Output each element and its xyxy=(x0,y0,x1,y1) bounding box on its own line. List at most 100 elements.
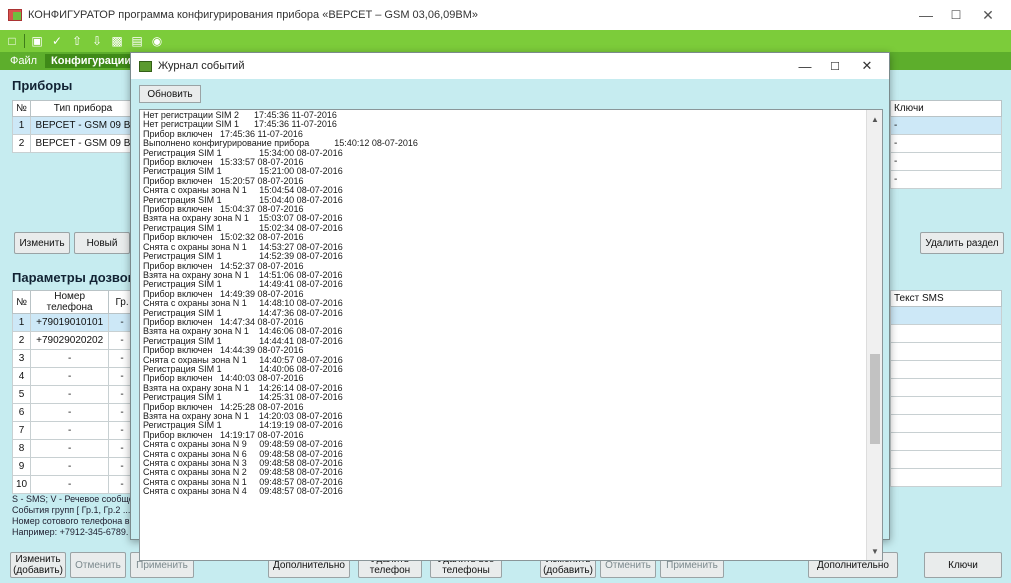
devices-keys-table: Ключи - - - - xyxy=(890,100,1002,189)
refresh-button[interactable]: Обновить xyxy=(139,85,201,103)
table-row[interactable]: 1 ВЕРСЕТ - GSM 09 В xyxy=(12,116,136,135)
menu-config[interactable]: Конфигурации xyxy=(45,54,138,68)
dialog-title: Журнал событий xyxy=(158,60,245,72)
device-num: 2 xyxy=(12,134,31,153)
sms-cell[interactable] xyxy=(890,432,1002,451)
devices-title: Приборы xyxy=(12,78,73,93)
minimize-icon[interactable]: — xyxy=(911,0,941,30)
table-row[interactable]: 5-- xyxy=(11,385,136,404)
dialog-close-icon[interactable]: ✕ xyxy=(853,55,881,77)
phone-cancel-button[interactable]: Отменить xyxy=(70,552,126,578)
row-num: 6 xyxy=(11,403,32,422)
download-icon[interactable]: ⇩ xyxy=(89,33,105,49)
event-log-lines: Нет регистрации SIM 2 17:45:36 11-07-201… xyxy=(143,110,868,497)
row-phone: +79029020202 xyxy=(30,331,110,350)
keys-button[interactable]: Ключи xyxy=(924,552,1002,578)
device-num: 1 xyxy=(12,116,31,135)
log-line: Снята с охраны зона N 4 09:48:57 08-07-2… xyxy=(143,486,343,497)
scroll-thumb[interactable] xyxy=(870,354,880,444)
devices-table: № Тип прибора 1 ВЕРСЕТ - GSM 09 В 2 ВЕРС… xyxy=(12,100,136,153)
sms-cell[interactable] xyxy=(890,324,1002,343)
close-icon[interactable]: ✕ xyxy=(973,0,1003,30)
event-log-textbox[interactable]: Нет регистрации SIM 2 17:45:36 11-07-201… xyxy=(139,109,883,561)
row-phone: - xyxy=(30,385,110,404)
sms-cell[interactable] xyxy=(890,450,1002,469)
device-type: ВЕРСЕТ - GSM 09 В xyxy=(30,134,136,153)
row-num: 1 xyxy=(11,313,32,332)
new-file-icon[interactable]: □ xyxy=(4,33,20,49)
window-title: КОНФИГУРАТОР программа конфигурирования … xyxy=(28,9,478,21)
row-phone: - xyxy=(30,403,110,422)
row-phone: - xyxy=(30,475,110,494)
sms-cell[interactable] xyxy=(890,414,1002,433)
sms-table: Текст SMS xyxy=(890,290,1002,487)
book-icon[interactable]: ▤ xyxy=(129,33,145,49)
toolbar: □ ▣ ✓ ⇧ ⇩ ▩ ▤ ◉ xyxy=(0,30,1011,52)
row-num: 7 xyxy=(11,421,32,440)
info-icon[interactable]: ◉ xyxy=(149,33,165,49)
dialing-title: Параметры дозвона xyxy=(12,270,143,285)
dialog-maximize-icon[interactable]: ☐ xyxy=(821,55,849,77)
dialog-title-bar: Журнал событий — ☐ ✕ xyxy=(131,53,889,79)
devices-col-keys: Ключи xyxy=(890,100,1002,117)
table-row[interactable]: 7-- xyxy=(11,421,136,440)
app-icon xyxy=(8,9,22,21)
sms-cell[interactable] xyxy=(890,468,1002,487)
legend-note-2: События групп [ Гр.1, Гр.2 ... xyxy=(12,505,131,515)
row-num: 5 xyxy=(11,385,32,404)
row-phone: - xyxy=(30,349,110,368)
dialog-minimize-icon[interactable]: — xyxy=(791,55,819,77)
row-phone: - xyxy=(30,439,110,458)
device-keys: - xyxy=(890,152,1002,171)
dialing-col-sms: Текст SMS xyxy=(890,290,1002,307)
sms-cell[interactable] xyxy=(890,360,1002,379)
open-folder-icon[interactable]: ▣ xyxy=(29,33,45,49)
main-title-bar: КОНФИГУРАТОР программа конфигурирования … xyxy=(0,0,1011,30)
toolbar-separator xyxy=(24,34,25,48)
device-keys: - xyxy=(890,170,1002,189)
row-num: 4 xyxy=(11,367,32,386)
journal-icon xyxy=(139,60,152,72)
device-keys: - xyxy=(890,116,1002,135)
table-row[interactable]: 6-- xyxy=(11,403,136,422)
row-phone: - xyxy=(30,457,110,476)
table-row[interactable]: 2 ВЕРСЕТ - GSM 09 В xyxy=(12,134,136,153)
edit-icon[interactable]: ✓ xyxy=(49,33,65,49)
row-num: 10 xyxy=(11,475,32,494)
log-scrollbar[interactable]: ▲ ▼ xyxy=(866,110,882,560)
table-row[interactable]: 3-- xyxy=(11,349,136,368)
upload-icon[interactable]: ⇧ xyxy=(69,33,85,49)
sms-cell[interactable] xyxy=(890,396,1002,415)
table-row[interactable]: 8-- xyxy=(11,439,136,458)
device-keys: - xyxy=(890,134,1002,153)
phone-edit-add-button[interactable]: Изменить (добавить) xyxy=(10,552,66,578)
event-log-dialog: Журнал событий — ☐ ✕ Обновить Нет регист… xyxy=(130,52,890,561)
dialing-col-phone: Номер телефона xyxy=(30,290,110,314)
maximize-icon[interactable]: ☐ xyxy=(941,0,971,30)
row-num: 8 xyxy=(11,439,32,458)
dialog-body: Обновить Нет регистрации SIM 2 17:45:36 … xyxy=(131,79,889,561)
dialing-col-num: № xyxy=(11,290,32,314)
table-row[interactable]: 4-- xyxy=(11,367,136,386)
row-phone: +79019010101 xyxy=(30,313,110,332)
devices-col-type: Тип прибора xyxy=(30,100,136,117)
scroll-down-icon[interactable]: ▼ xyxy=(867,544,882,558)
table-row[interactable]: 1 +79019010101- xyxy=(11,313,136,332)
delete-section-button[interactable]: Удалить раздел xyxy=(920,232,1004,254)
legend-note-3: Номер сотового телефона вв xyxy=(12,516,135,526)
row-num: 2 xyxy=(11,331,32,350)
table-row[interactable]: 10- - xyxy=(11,475,136,494)
menu-file[interactable]: Файл xyxy=(4,54,43,68)
sms-cell[interactable] xyxy=(890,378,1002,397)
row-num: 9 xyxy=(11,457,32,476)
sms-cell[interactable] xyxy=(890,342,1002,361)
device-type: ВЕРСЕТ - GSM 09 В xyxy=(30,116,136,135)
table-row[interactable]: 2 +79029020202- xyxy=(11,331,136,350)
table-row[interactable]: 9-- xyxy=(11,457,136,476)
sms-cell[interactable] xyxy=(890,306,1002,325)
row-phone: - xyxy=(30,421,110,440)
device-edit-button[interactable]: Изменить xyxy=(14,232,70,254)
scroll-up-icon[interactable]: ▲ xyxy=(867,112,882,126)
device-icon[interactable]: ▩ xyxy=(109,33,125,49)
device-new-button[interactable]: Новый xyxy=(74,232,130,254)
